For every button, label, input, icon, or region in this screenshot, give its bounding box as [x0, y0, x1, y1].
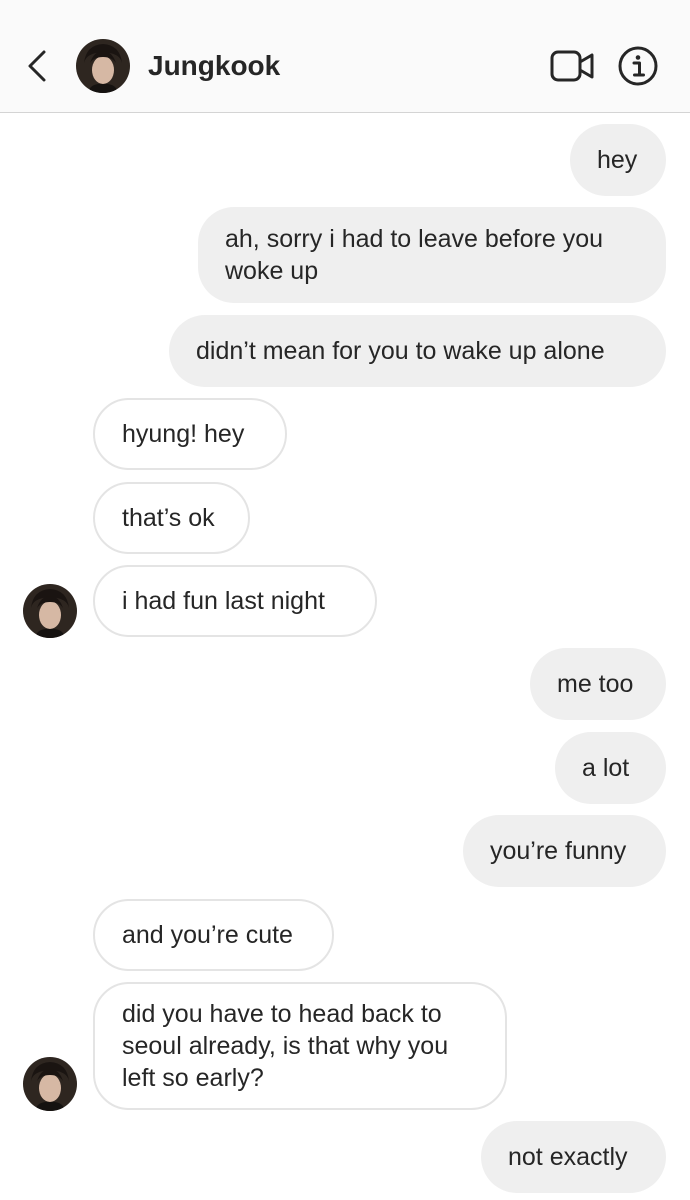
message-text: didn’t mean for you to wake up alone	[196, 337, 605, 365]
contact-name[interactable]: Jungkook	[148, 48, 280, 84]
message-bubble-received[interactable]: did you have to head back to seoul alrea…	[93, 982, 507, 1110]
message-bubble-received[interactable]: i had fun last night	[93, 565, 377, 637]
message-text: hey	[597, 146, 638, 174]
contact-avatar[interactable]	[76, 39, 130, 93]
message-text: that’s ok	[122, 504, 215, 532]
message-bubble-sent[interactable]: not exactly	[481, 1121, 666, 1193]
message-text: not exactly	[508, 1143, 628, 1171]
chat-header: Jungkook	[0, 0, 690, 113]
sender-avatar[interactable]	[23, 584, 77, 638]
message-bubble-received[interactable]: and you’re cute	[93, 899, 334, 971]
message-bubble-sent[interactable]: hey	[570, 124, 666, 196]
message-text: and you’re cute	[122, 921, 293, 949]
message-text: you’re funny	[490, 837, 627, 865]
message-bubble-sent[interactable]: a lot	[555, 732, 666, 804]
info-icon[interactable]	[617, 45, 659, 87]
message-text: ah, sorry i had to leave before you woke…	[225, 225, 604, 285]
message-bubble-sent[interactable]: didn’t mean for you to wake up alone	[169, 315, 666, 387]
message-text: a lot	[582, 754, 630, 782]
sender-avatar[interactable]	[23, 1057, 77, 1111]
message-bubble-received[interactable]: hyung! hey	[93, 398, 287, 470]
chevron-left-icon[interactable]	[20, 44, 54, 88]
message-bubble-sent[interactable]: ah, sorry i had to leave before you woke…	[198, 207, 666, 303]
message-bubble-sent[interactable]: you’re funny	[463, 815, 666, 887]
message-bubble-sent[interactable]: me too	[530, 648, 666, 720]
message-text: hyung! hey	[122, 420, 245, 448]
message-text: did you have to head back to seoul alrea…	[122, 1000, 449, 1092]
message-text: i had fun last night	[122, 587, 325, 615]
video-camera-icon[interactable]	[549, 47, 595, 85]
message-bubble-received[interactable]: that’s ok	[93, 482, 250, 554]
message-text: me too	[557, 670, 634, 698]
